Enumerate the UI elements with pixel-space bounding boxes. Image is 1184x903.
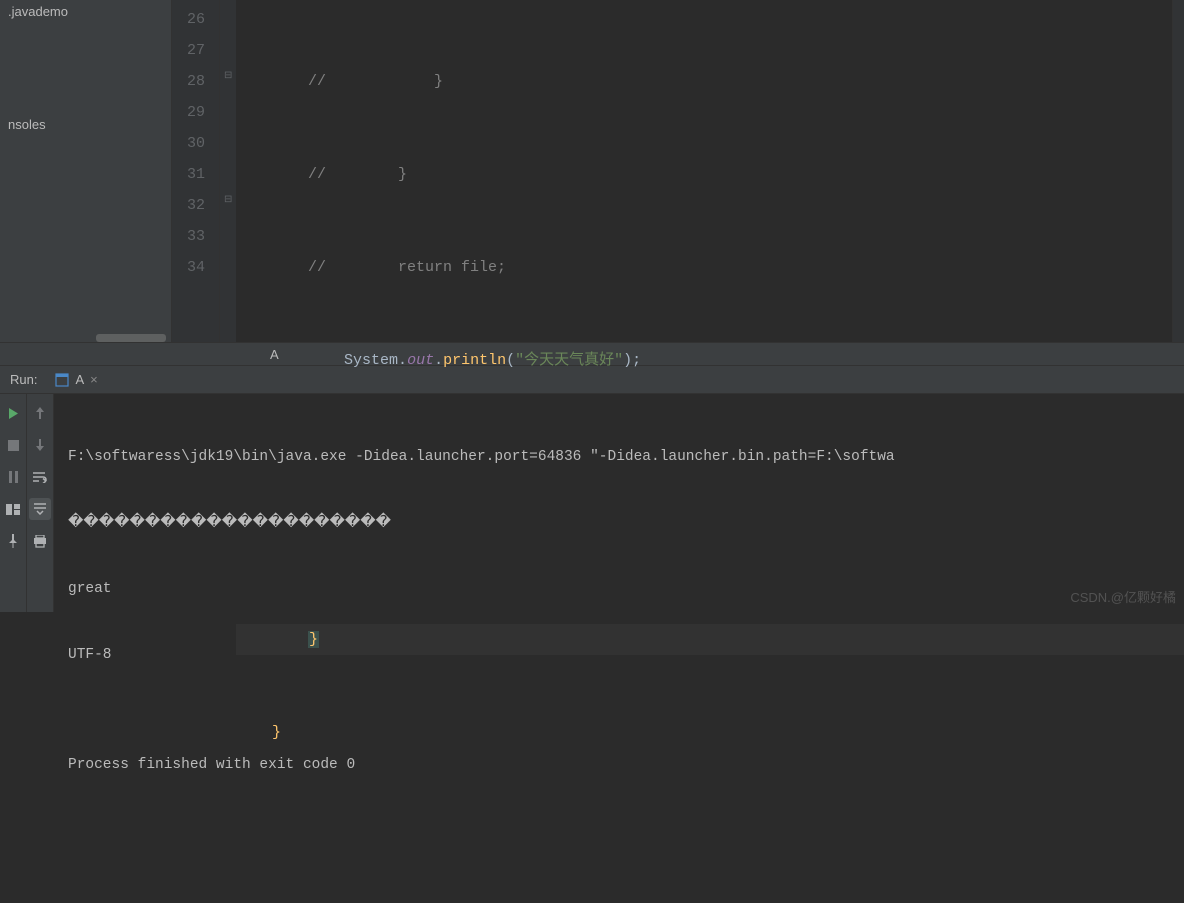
application-icon: [55, 373, 69, 387]
fold-icon[interactable]: ⊟: [224, 70, 232, 82]
run-toolbar-right: [27, 394, 54, 612]
line-number: 29: [172, 97, 205, 128]
console-line: ���������������������: [68, 512, 1170, 534]
print-button[interactable]: [29, 530, 51, 552]
sidebar-item[interactable]: .javademo: [0, 0, 171, 23]
code-line: [236, 810, 1184, 841]
line-number: 32: [172, 190, 205, 221]
console-line: Process finished with exit code 0: [68, 754, 1170, 776]
code-line: System.out.println("今天天气真好");: [236, 345, 1184, 376]
run-tab-label: A: [75, 372, 84, 387]
run-panel: F:\softwaress\jdk19\bin\java.exe -Didea.…: [0, 394, 1184, 612]
scroll-to-end-button[interactable]: [29, 498, 51, 520]
line-number: 33: [172, 221, 205, 252]
code-editor[interactable]: // } // } // return file; System.out.pri…: [236, 0, 1184, 342]
editor-stripe: [1172, 0, 1184, 342]
line-number: 30: [172, 128, 205, 159]
console-line: UTF-8: [68, 644, 1170, 666]
line-number: 34: [172, 252, 205, 283]
watermark: CSDN.@亿颗好橘: [1070, 587, 1176, 606]
fold-column: ⊟ ⊟: [220, 0, 236, 342]
layout-button[interactable]: [2, 498, 24, 520]
run-button[interactable]: [2, 402, 24, 424]
line-number: 27: [172, 35, 205, 66]
pin-button[interactable]: [2, 530, 24, 552]
code-line: }: [236, 717, 1184, 748]
fold-icon[interactable]: ⊟: [224, 194, 232, 206]
run-label: Run:: [10, 372, 37, 387]
wrap-button[interactable]: [29, 466, 51, 488]
line-gutter: 26 27 28 29 30 31 32 33 34: [172, 0, 220, 342]
line-number: 28: [172, 66, 205, 97]
stop-button[interactable]: [2, 434, 24, 456]
console-line: great: [68, 578, 1170, 600]
close-icon[interactable]: ×: [90, 372, 98, 387]
console-line: F:\softwaress\jdk19\bin\java.exe -Didea.…: [68, 446, 1170, 468]
editor-area: .javademo nsoles 26 27 28 29 30 31 32 33…: [0, 0, 1184, 342]
down-button[interactable]: [29, 434, 51, 456]
run-toolbar-left: [0, 394, 27, 612]
sidebar-item[interactable]: nsoles: [0, 113, 171, 136]
up-button[interactable]: [29, 402, 51, 424]
breadcrumb[interactable]: A: [55, 347, 279, 362]
code-line: // }: [236, 159, 1184, 190]
console-output[interactable]: F:\softwaress\jdk19\bin\java.exe -Didea.…: [54, 394, 1184, 612]
line-number: 31: [172, 159, 205, 190]
line-number: 26: [172, 4, 205, 35]
sidebar-scrollbar[interactable]: [96, 334, 166, 342]
code-line: // }: [236, 66, 1184, 97]
project-sidebar[interactable]: .javademo nsoles: [0, 0, 172, 342]
run-tab[interactable]: A ×: [47, 368, 105, 391]
code-line: // return file;: [236, 252, 1184, 283]
pause-button[interactable]: [2, 466, 24, 488]
